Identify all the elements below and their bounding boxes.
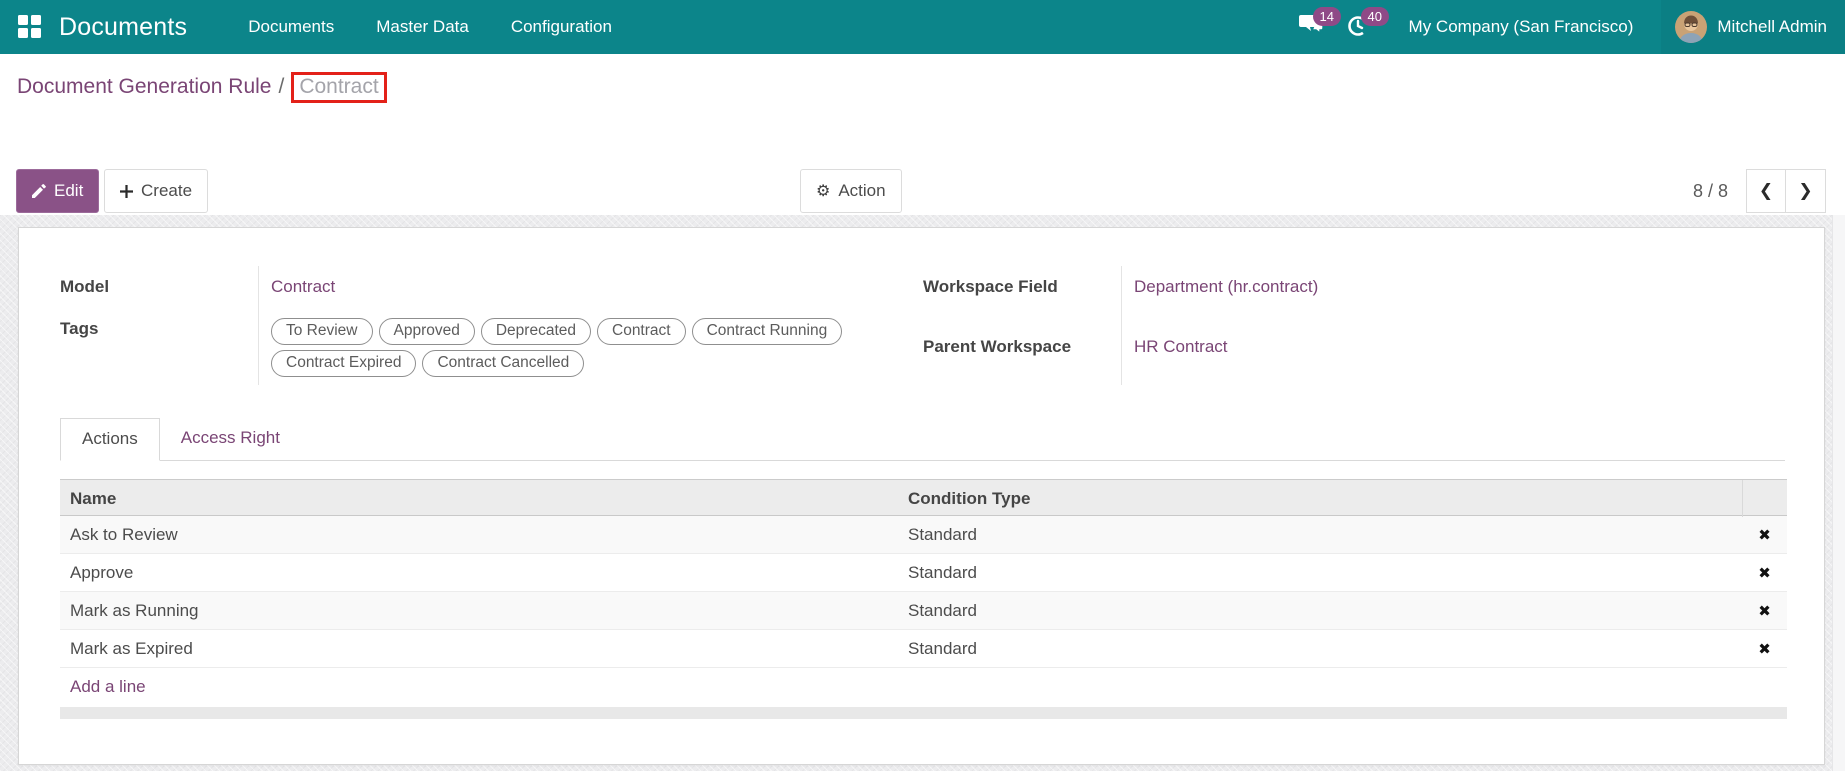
tag-pill: Contract (597, 318, 686, 345)
tab-access-right[interactable]: Access Right (160, 418, 301, 460)
delete-row-icon[interactable]: ✖ (1742, 564, 1787, 582)
add-a-line-link[interactable]: Add a line (70, 677, 146, 697)
tags-list: To Review Approved Deprecated Contract C… (271, 316, 923, 377)
column-header-condition-type[interactable]: Condition Type (898, 489, 1742, 509)
menu-configuration[interactable]: Configuration (490, 0, 633, 54)
column-header-name[interactable]: Name (60, 489, 898, 509)
notebook-tabs: Actions Access Right (60, 418, 1785, 461)
breadcrumb-parent-link[interactable]: Document Generation Rule (17, 75, 271, 98)
user-name: Mitchell Admin (1717, 17, 1827, 36)
activities-clock-icon[interactable]: 40 (1347, 7, 1390, 40)
tag-pill: To Review (271, 318, 373, 345)
table-header: Name Condition Type (60, 479, 1787, 517)
tag-pill: Contract Running (691, 318, 843, 345)
menu-documents[interactable]: Documents (227, 0, 355, 54)
content-area: Model Contract Tags To Review Approved D… (0, 215, 1845, 771)
table-row[interactable]: Mark as Running Standard ✖ (60, 592, 1787, 630)
user-avatar (1675, 11, 1708, 43)
navbar: Documents Documents Master Data Configur… (0, 0, 1845, 54)
company-switcher[interactable]: My Company (San Francisco) (1409, 17, 1634, 37)
create-button[interactable]: Create (104, 169, 209, 213)
delete-row-icon[interactable]: ✖ (1742, 526, 1787, 544)
breadcrumb: Document Generation Rule / Contract (17, 72, 387, 103)
button-row: Edit Create ⚙ Action 8 / 8 ❮ ❯ (0, 169, 1845, 213)
field-label-tags: Tags (60, 319, 99, 338)
field-value-workspace-field[interactable]: Department (hr.contract) (1134, 277, 1318, 296)
chevron-right-icon: ❯ (1798, 181, 1813, 200)
form-sheet: Model Contract Tags To Review Approved D… (18, 227, 1825, 765)
edit-button-label: Edit (54, 181, 84, 200)
scrollbar[interactable] (1832, 215, 1845, 771)
cell-condition-type: Standard (908, 638, 977, 658)
action-button[interactable]: ⚙ Action (800, 169, 902, 213)
tab-actions[interactable]: Actions (60, 418, 160, 461)
table-row[interactable]: Approve Standard ✖ (60, 554, 1787, 592)
form-group-right: Workspace Field Department (hr.contract)… (923, 266, 1785, 385)
navbar-menus: Documents Master Data Configuration (227, 0, 633, 54)
cell-name: Approve (70, 562, 134, 582)
cell-condition-type: Standard (908, 524, 977, 544)
pager-previous-button[interactable]: ❮ (1746, 169, 1786, 213)
control-panel: Document Generation Rule / Contract Edit C… (0, 54, 1845, 258)
app-title[interactable]: Documents (59, 13, 187, 42)
user-menu[interactable]: Mitchell Admin (1661, 0, 1845, 54)
plus-icon (120, 184, 133, 198)
column-header-delete (1742, 480, 1787, 517)
add-a-line-row: Add a line (60, 668, 1787, 706)
field-label-parent-workspace: Parent Workspace (923, 336, 1072, 356)
table-row[interactable]: Ask to Review Standard ✖ (60, 516, 1787, 554)
delete-row-icon[interactable]: ✖ (1742, 640, 1787, 658)
form-group-left: Model Contract Tags To Review Approved D… (60, 266, 923, 385)
field-label-model: Model (60, 277, 110, 296)
pager-next-button[interactable]: ❯ (1786, 169, 1826, 213)
pager: 8 / 8 ❮ ❯ (1693, 169, 1826, 213)
navbar-right: 14 40 My Company (San Francisco) Mitchel… (1298, 0, 1845, 54)
tag-pill: Deprecated (480, 318, 591, 345)
gear-icon: ⚙ (816, 183, 831, 200)
menu-master-data[interactable]: Master Data (355, 0, 490, 54)
apps-grid-icon[interactable] (18, 15, 42, 39)
delete-row-icon[interactable]: ✖ (1742, 602, 1787, 620)
breadcrumb-separator: / (278, 75, 285, 98)
messages-count-badge: 14 (1312, 7, 1342, 26)
activities-count-badge: 40 (1360, 7, 1390, 26)
field-value-model[interactable]: Contract (271, 277, 335, 296)
pager-value: 8 / 8 (1692, 180, 1728, 201)
field-label-workspace-field: Workspace Field (923, 277, 1058, 296)
cell-condition-type: Standard (908, 562, 977, 582)
pencil-icon (32, 184, 46, 198)
actions-table: Name Condition Type Ask to Review Standa… (60, 479, 1787, 719)
messages-icon[interactable]: 14 (1298, 7, 1342, 40)
breadcrumb-current annotation-highlight-box: Contract (291, 72, 387, 103)
create-button-label: Create (141, 181, 193, 200)
chevron-left-icon: ❮ (1758, 181, 1774, 200)
table-footer-bar (60, 707, 1787, 719)
tag-pill: Contract Cancelled (422, 350, 585, 377)
form-groups: Model Contract Tags To Review Approved D… (19, 228, 1824, 385)
cell-condition-type: Standard (908, 600, 977, 620)
cell-name: Mark as Expired (70, 638, 193, 658)
action-button-label: Action (838, 181, 886, 200)
tag-pill: Contract Expired (271, 350, 417, 377)
cell-name: Ask to Review (70, 524, 178, 544)
cell-name: Mark as Running (70, 600, 199, 620)
table-row[interactable]: Mark as Expired Standard ✖ (60, 630, 1787, 668)
tag-pill: Approved (378, 318, 475, 345)
field-value-parent-workspace[interactable]: HR Contract (1134, 337, 1228, 356)
edit-button[interactable]: Edit (16, 169, 100, 213)
